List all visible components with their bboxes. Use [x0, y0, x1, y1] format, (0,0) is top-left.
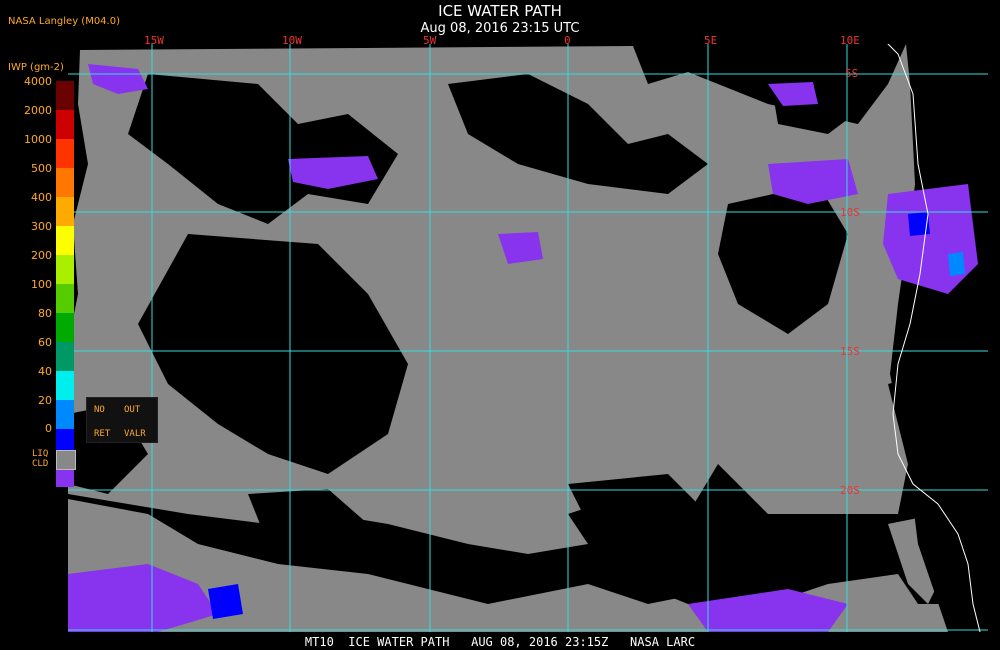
lon-label-0: 0 — [564, 34, 571, 47]
legend-tick: 80 — [38, 307, 52, 320]
legend-tick: 4000 — [24, 75, 52, 88]
lat-label-15s: 15S — [840, 345, 860, 358]
colorbar-swatch — [56, 168, 74, 197]
colorbar-swatch — [56, 226, 74, 255]
legend-tick: 300 — [31, 220, 52, 233]
legend-tick: 0 — [45, 422, 52, 435]
colorbar-swatch — [56, 81, 74, 110]
legend-tick: 400 — [31, 191, 52, 204]
iwp-colorbar — [56, 81, 74, 487]
legend-tick: 1000 — [24, 133, 52, 146]
colorbar-swatch — [56, 197, 74, 226]
lon-label-5w: 5W — [423, 34, 437, 47]
colorbar-swatch — [56, 313, 74, 342]
lat-label-5s: 5S — [845, 67, 859, 80]
lon-label-15w: 15W — [144, 34, 164, 47]
no-ret-label-top: NO — [94, 405, 105, 415]
liquid-cloud-label: LIQ CLD — [32, 449, 56, 469]
legend-title: IWP (gm-2) — [8, 62, 64, 73]
cld-label: CLD — [32, 459, 49, 469]
lat-label-10s: 10S — [840, 206, 860, 219]
legend-tick: 100 — [31, 278, 52, 291]
colorbar-swatch — [56, 400, 74, 429]
colorbar-swatch — [56, 371, 74, 400]
no-ret-label-bottom: RET — [94, 429, 111, 439]
lat-label-20s: 20S — [840, 484, 860, 497]
liquid-cloud-swatch — [56, 450, 76, 470]
no-retrieval-legend: NO RET OUT VALR — [86, 397, 158, 443]
legend-tick: 2000 — [24, 104, 52, 117]
out-valr-label-top: OUT — [124, 405, 141, 415]
producer-label: NASA Langley (M04.0) — [8, 16, 120, 27]
colorbar-swatch — [56, 342, 74, 371]
colorbar-swatch — [56, 110, 74, 139]
legend-tick: 40 — [38, 365, 52, 378]
footer-caption: MT10 ICE WATER PATH AUG 08, 2016 23:15Z … — [304, 635, 696, 649]
legend-tick: 60 — [38, 336, 52, 349]
colorbar-swatch — [56, 284, 74, 313]
legend-tick: 200 — [31, 249, 52, 262]
liq-label: LIQ — [32, 449, 49, 459]
legend-tick: 500 — [31, 162, 52, 175]
legend-tick: 20 — [38, 394, 52, 407]
colorbar-swatch — [56, 139, 74, 168]
satellite-map — [68, 44, 988, 632]
map-title: ICE WATER PATH — [438, 2, 562, 20]
colorbar-swatch — [56, 255, 74, 284]
out-valr-label-bottom: VALR — [124, 429, 146, 439]
lon-label-10w: 10W — [282, 34, 302, 47]
lon-label-10e: 10E — [840, 34, 860, 47]
lon-label-5e: 5E — [704, 34, 718, 47]
